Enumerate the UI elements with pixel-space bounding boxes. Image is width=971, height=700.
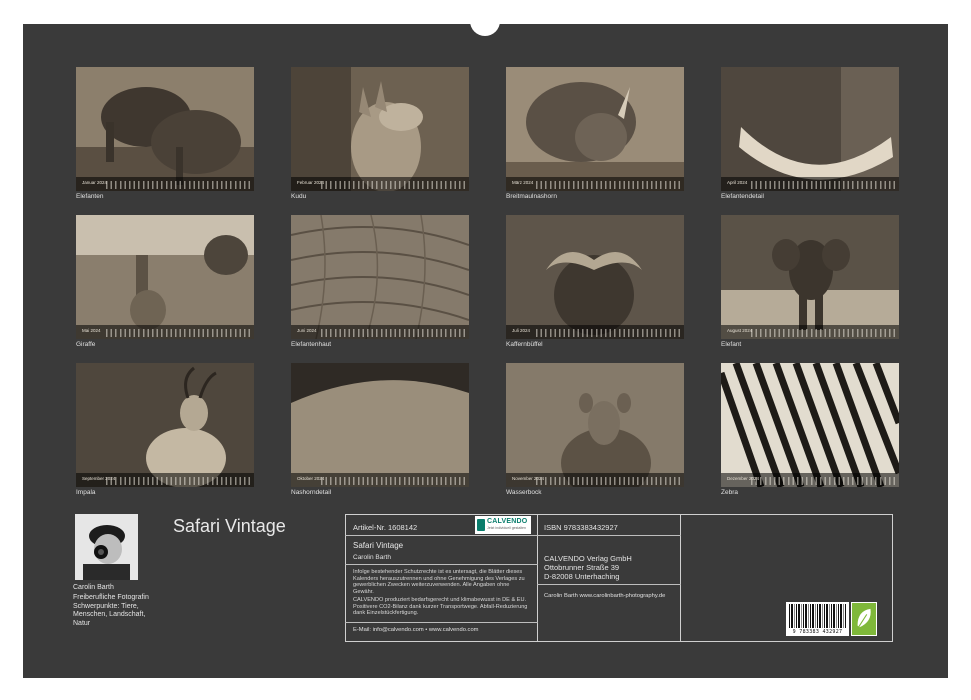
- photo-caption: Wasserbock: [506, 489, 542, 496]
- month-thumbnail-februar[interactable]: Februar 2024 Kudu: [291, 67, 469, 200]
- month-thumbnail-juni[interactable]: Juni 2024 Elefantenhaut: [291, 215, 469, 348]
- photo-nashorndetail: [291, 363, 469, 487]
- divider: [537, 584, 681, 585]
- month-thumbnail-mai[interactable]: Mai 2024 Giraffe: [76, 215, 254, 348]
- divider: [345, 622, 538, 623]
- photo-giraffe: [76, 215, 254, 339]
- photo-caption: Giraffe: [76, 341, 96, 348]
- calendar-days: [536, 329, 680, 337]
- calvendo-logo: CALVENDO Jetzt individuell gestalten: [475, 516, 531, 534]
- photo-caption: Zebra: [721, 489, 738, 496]
- author-website: Carolin Barth www.carolinbarth-photograp…: [544, 593, 666, 599]
- calendar-days: [106, 477, 250, 485]
- photo-caption: Elefantendetail: [721, 193, 765, 200]
- month-thumbnail-august[interactable]: August 2024 Elefant: [721, 215, 899, 348]
- photo-kudu: [291, 67, 469, 191]
- photo-caption: Elefant: [721, 341, 742, 348]
- product-author: Carolin Barth: [353, 554, 391, 561]
- month-label: August 2024: [727, 328, 753, 333]
- calendar-days: [321, 477, 465, 485]
- photo-caption: Elefanten: [76, 193, 104, 200]
- photo-elefant: [721, 215, 899, 339]
- month-thumbnail-november[interactable]: November 2024 Wasserbock: [506, 363, 684, 496]
- month-label: März 2024: [512, 180, 534, 185]
- calendar-days: [536, 181, 680, 189]
- barcode-number: 9 783383 432927: [792, 629, 843, 635]
- photo-caption: Elefantenhaut: [291, 341, 332, 348]
- photo-kaffernbueffel: [506, 215, 684, 339]
- month-label: Januar 2024: [82, 180, 108, 185]
- month-thumbnail-januar[interactable]: Januar 2024 Elefanten: [76, 67, 254, 200]
- photo-caption: Nashorndetail: [291, 489, 332, 496]
- calendar-back-page: Januar 2024 Elefanten Februar 2024 Kudu: [23, 24, 948, 678]
- month-label: Juni 2024: [297, 328, 317, 333]
- month-label: Februar 2024: [297, 180, 325, 185]
- month-thumbnail-juli[interactable]: Juli 2024 Kaffernbüffel: [506, 215, 684, 348]
- month-label: April 2024: [727, 180, 748, 185]
- month-thumbnail-oktober[interactable]: Oktober 2024 Nashorndetail: [291, 363, 469, 496]
- product-title: Safari Vintage: [353, 541, 404, 550]
- photo-breitmaulnashorn: [506, 67, 684, 191]
- photo-caption: Impala: [76, 489, 96, 496]
- month-label: Mai 2024: [82, 328, 101, 333]
- author-description: Freiberufliche Fotografin Schwerpunkte: …: [73, 594, 149, 627]
- calvendo-mark-icon: [477, 519, 485, 531]
- photo-zebra: [721, 363, 899, 487]
- month-thumbnail-maerz[interactable]: März 2024 Breitmaulnashorn: [506, 67, 684, 200]
- calendar-days: [106, 329, 250, 337]
- photo-elefantendetail: [721, 67, 899, 191]
- photo-caption: Breitmaulnashorn: [506, 193, 557, 200]
- photo-impala: [76, 363, 254, 487]
- isbn: ISBN 9783383432927: [544, 523, 618, 532]
- production-notice: CALVENDO produziert bedarfsgerecht und k…: [353, 597, 528, 617]
- copyright-notice: Infolge bestehender Schutzrechte ist es …: [353, 569, 525, 595]
- divider: [345, 564, 538, 565]
- eco-leaf-icon: [851, 602, 877, 636]
- author-name: Carolin Barth: [73, 584, 114, 591]
- photo-wasserbock: [506, 363, 684, 487]
- photo-caption: Kudu: [291, 193, 307, 200]
- barcode-bars: [789, 604, 846, 628]
- calendar-title: Safari Vintage: [173, 516, 286, 536]
- divider: [537, 535, 681, 536]
- calendar-days: [751, 329, 895, 337]
- calendar-days: [536, 477, 680, 485]
- article-number: Artikel-Nr. 1608142: [353, 523, 418, 532]
- calendar-days: [751, 477, 895, 485]
- contact-info: E-Mail: info@calvendo.com • www.calvendo…: [353, 627, 479, 633]
- author-portrait: [75, 514, 138, 580]
- barcode: 9 783383 432927: [786, 602, 849, 636]
- month-thumbnail-april[interactable]: April 2024 Elefantendetail: [721, 67, 899, 200]
- month-label: Juli 2024: [512, 328, 531, 333]
- calendar-days: [321, 181, 465, 189]
- photo-elefanten: [76, 67, 254, 191]
- publisher-address: CALVENDO Verlag GmbH Ottobrunner Straße …: [544, 554, 632, 581]
- month-thumbnail-dezember[interactable]: Dezember 2024 Zebra: [721, 363, 899, 496]
- photo-caption: Kaffernbüffel: [506, 341, 543, 348]
- month-thumbnail-september[interactable]: September 2024 Impala: [76, 363, 254, 496]
- calendar-days: [751, 181, 895, 189]
- calendar-days: [321, 329, 465, 337]
- photo-elefantenhaut: [291, 215, 469, 339]
- calendar-days: [106, 181, 250, 189]
- divider: [345, 535, 538, 536]
